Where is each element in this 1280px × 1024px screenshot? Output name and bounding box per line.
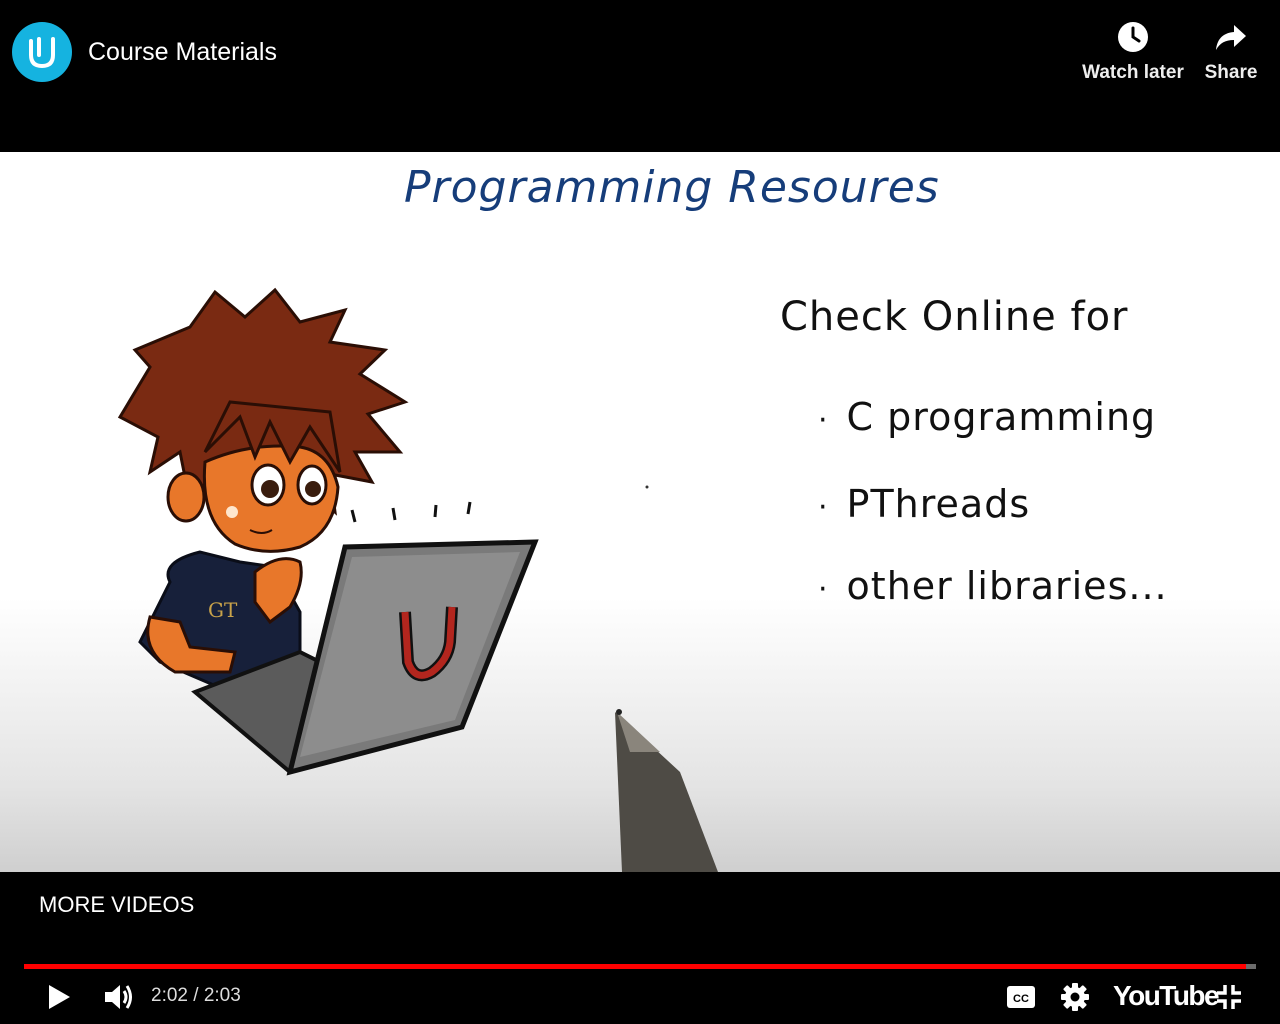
svg-text:GT: GT	[208, 598, 238, 622]
play-icon[interactable]	[44, 982, 74, 1012]
top-bar: Course Materials Watch later Share	[0, 0, 1280, 152]
exit-fullscreen-icon[interactable]	[1215, 983, 1243, 1011]
slide-intro: Check Online for	[780, 294, 1129, 340]
captions-icon[interactable]: CC	[1006, 984, 1036, 1010]
watch-later-button[interactable]: Watch later	[1080, 20, 1186, 84]
slide-bullet-text: PThreads	[846, 482, 1031, 526]
slide-bullet: · other libraries...	[818, 564, 1168, 608]
video-title[interactable]: Course Materials	[88, 38, 277, 67]
share-arrow-icon	[1216, 25, 1246, 50]
share-button[interactable]: Share	[1198, 20, 1264, 84]
duration: 2:03	[203, 985, 241, 1006]
slide-bullet-text: other libraries...	[846, 564, 1168, 608]
slide-bullet-text: C programming	[846, 395, 1157, 439]
more-videos-button[interactable]: MORE VIDEOS	[39, 892, 194, 918]
slide-bullet: · C programming	[818, 395, 1157, 439]
clock-icon	[1118, 22, 1148, 52]
slide-illustration: GT	[117, 287, 718, 872]
current-time: 2:02	[151, 985, 188, 1006]
svg-text:CC: CC	[1013, 993, 1029, 1005]
slide-bullet: · PThreads	[818, 482, 1031, 526]
video-frame[interactable]: GT Programming Resoures Check Online for…	[0, 152, 1280, 872]
player-controls: MORE VIDEOS 2:02 / 2:03 CC YouTube	[0, 872, 1280, 1024]
share-label: Share	[1204, 62, 1258, 83]
progress-fill	[24, 964, 1247, 969]
slide-heading: Programming Resoures	[404, 162, 940, 213]
youtube-logo[interactable]: YouTube	[1113, 980, 1220, 1012]
pen	[615, 709, 718, 872]
settings-gear-icon[interactable]	[1061, 982, 1089, 1012]
progress-bar[interactable]	[24, 964, 1256, 969]
watch-later-label: Watch later	[1082, 62, 1184, 83]
volume-icon[interactable]	[103, 981, 135, 1013]
time-display: 2:02 / 2:03	[151, 985, 241, 1006]
channel-logo-icon[interactable]	[12, 22, 72, 82]
